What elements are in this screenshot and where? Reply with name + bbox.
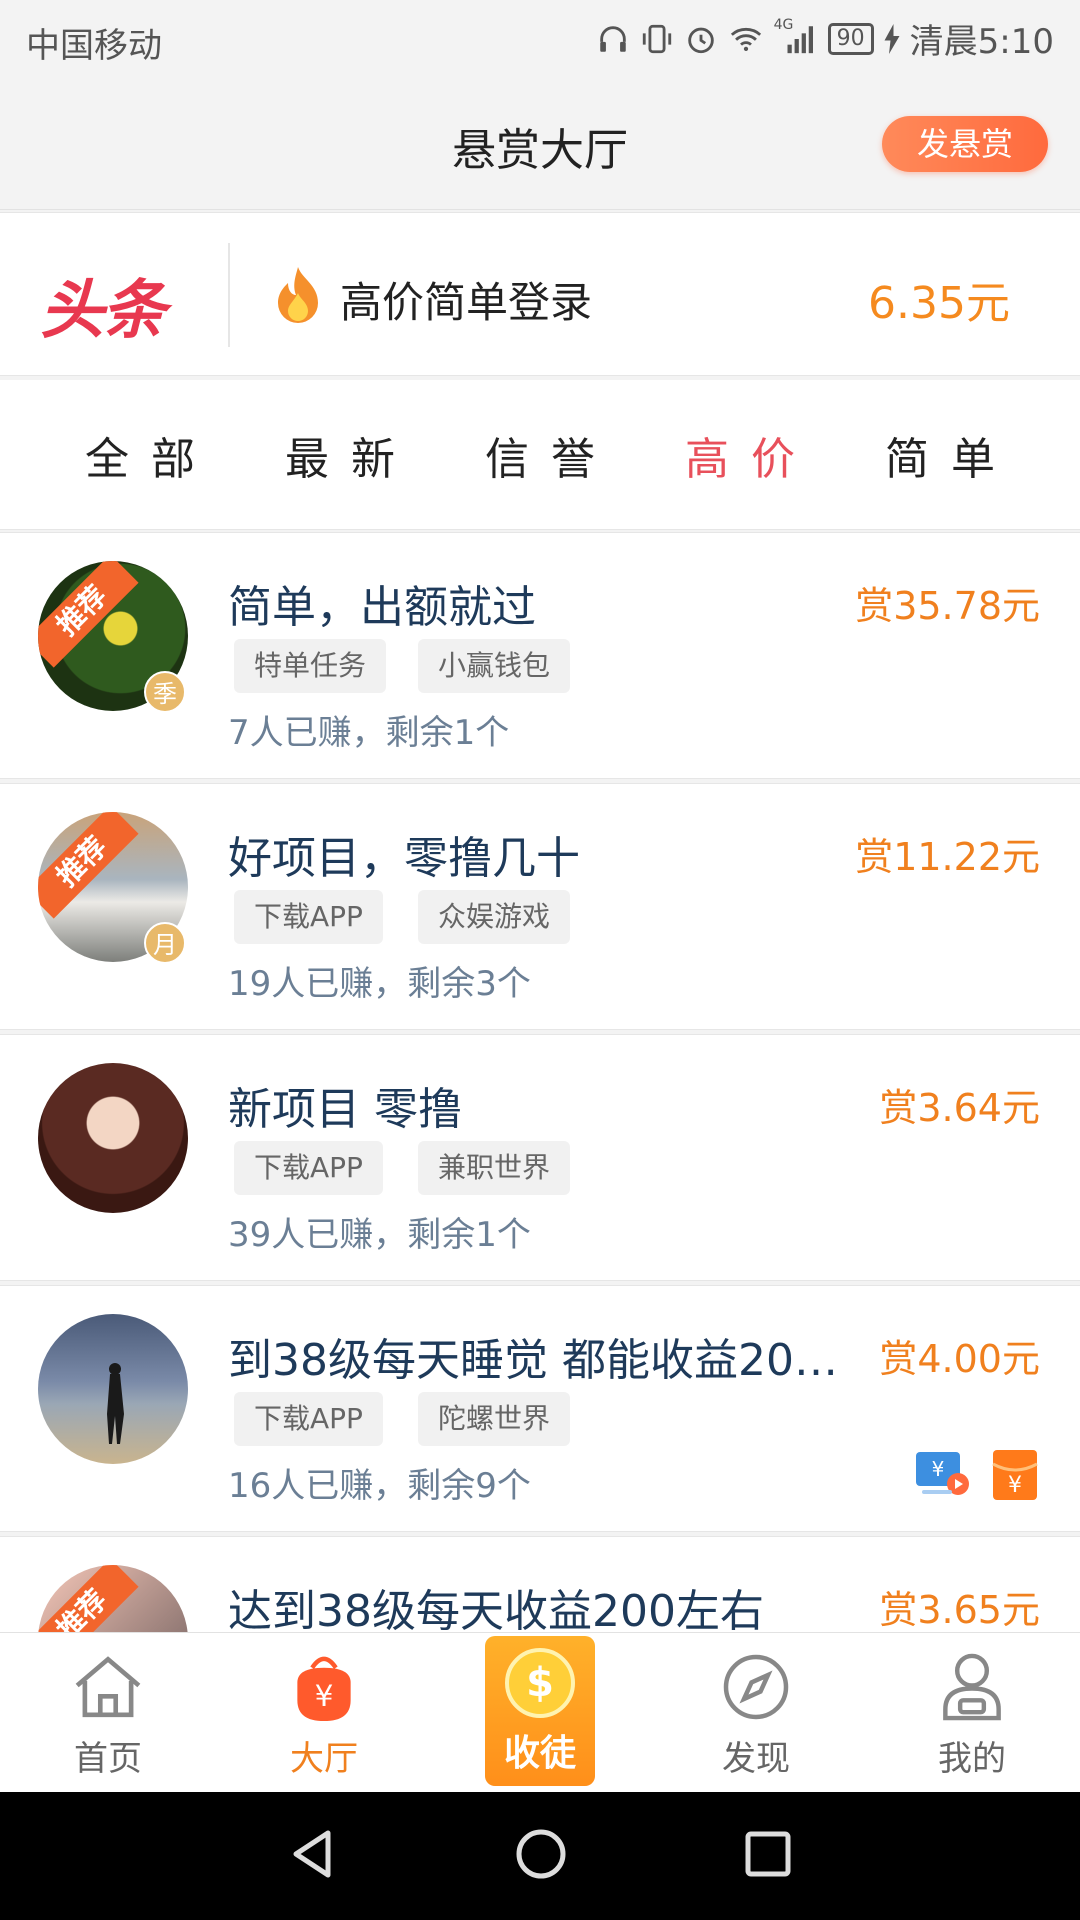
recents-icon[interactable]	[744, 1830, 792, 1882]
divider	[228, 243, 230, 347]
vibrate-icon	[640, 17, 674, 61]
system-nav-bar	[0, 1792, 1080, 1920]
task-tag: 小赢钱包	[418, 639, 571, 693]
charging-icon	[884, 17, 900, 61]
tab-reputation[interactable]: 信誉	[463, 423, 617, 487]
tab-label: 大厅	[290, 1739, 358, 1779]
svg-text:¥: ¥	[1008, 1473, 1022, 1498]
task-tag: 兼职世界	[418, 1141, 571, 1195]
tab-recruit[interactable]: $ 收徒	[432, 1633, 648, 1792]
task-tag: 下载APP	[234, 1392, 383, 1446]
tab-label: 收徒	[503, 1733, 576, 1774]
tab-label: 我的	[938, 1739, 1006, 1779]
tab-mine[interactable]: 我的	[864, 1633, 1080, 1792]
month-badge: 月	[144, 922, 186, 964]
task-title: 到38级每天睡觉 都能收益200...	[228, 1335, 848, 1386]
task-stats: 7人已赚，剩余1个	[228, 713, 510, 753]
svg-text:¥: ¥	[315, 1679, 334, 1713]
recruit-box: $ 收徒	[485, 1636, 595, 1786]
task-tag: 下载APP	[234, 1141, 383, 1195]
tab-simple[interactable]: 简单	[863, 423, 1017, 487]
task-stats: 19人已赚，剩余3个	[228, 964, 531, 1004]
signal-icon: 4G	[774, 17, 818, 61]
alarm-icon	[684, 17, 718, 61]
headline-banner[interactable]: 头条 高价简单登录 6.35元	[0, 212, 1080, 376]
task-reward: 赏4.00元	[879, 1337, 1040, 1381]
task-tag: 陀螺世界	[418, 1392, 571, 1446]
task-item[interactable]: 新项目 零撸 赏3.64元 下载APP 兼职世界 39人已赚，剩余1个	[0, 1034, 1080, 1281]
task-reward: 赏3.65元	[879, 1588, 1040, 1632]
network-type: 4G	[773, 16, 794, 33]
wifi-icon	[728, 17, 764, 61]
recommend-ribbon: 推荐	[38, 561, 139, 668]
season-badge: 季	[144, 671, 186, 713]
avatar	[38, 1314, 188, 1464]
tab-newest[interactable]: 最新	[263, 423, 417, 487]
task-title: 达到38级每天收益200左右	[228, 1586, 764, 1632]
task-type-icons: ¥ ¥	[914, 1448, 1040, 1506]
task-item[interactable]: 推荐 达到38级每天收益200左右 赏3.65元	[0, 1536, 1080, 1632]
video-reward-icon: ¥	[914, 1448, 972, 1506]
tab-home[interactable]: 首页	[0, 1633, 216, 1792]
battery-indicator: 90	[827, 22, 874, 55]
compass-icon	[718, 1649, 794, 1725]
home-icon	[70, 1649, 146, 1725]
tab-label: 首页	[74, 1739, 142, 1779]
user-icon	[934, 1649, 1010, 1725]
back-icon[interactable]	[288, 1827, 338, 1885]
task-reward: 赏35.78元	[855, 584, 1040, 628]
task-tag: 下载APP	[234, 890, 383, 944]
filter-tabs: 全部 最新 信誉 高价 简单	[0, 380, 1080, 530]
status-icons: 4G 90 清晨5:10	[596, 14, 1054, 63]
tab-all[interactable]: 全部	[63, 423, 217, 487]
red-packet-icon: ¥	[990, 1448, 1040, 1506]
tab-high-price[interactable]: 高价	[663, 423, 817, 487]
svg-text:¥: ¥	[932, 1457, 945, 1481]
task-title: 新项目 零撸	[228, 1084, 462, 1135]
task-title: 好项目，零撸几十	[228, 833, 580, 884]
task-tag: 众娱游戏	[418, 890, 571, 944]
headline-amount: 6.35元	[868, 278, 1010, 329]
task-stats: 39人已赚，剩余1个	[228, 1215, 531, 1255]
clock: 清晨5:10	[909, 22, 1054, 62]
task-item[interactable]: 推荐 月 好项目，零撸几十 赏11.22元 下载APP 众娱游戏 19人已赚，剩…	[0, 783, 1080, 1030]
task-stats: 16人已赚，剩余9个	[228, 1466, 531, 1506]
tab-discover[interactable]: 发现	[648, 1633, 864, 1792]
fire-icon	[270, 265, 326, 333]
headphones-icon	[596, 17, 630, 61]
recommend-ribbon: 推荐	[38, 1565, 139, 1632]
carrier-name: 中国移动	[26, 26, 162, 66]
recommend-ribbon: 推荐	[38, 812, 139, 919]
status-bar: 中国移动 4G 90 清晨5:10	[0, 0, 1080, 76]
tab-hall[interactable]: ¥ 大厅	[216, 1633, 432, 1792]
bottom-tab-bar: 首页 ¥ 大厅 $ 收徒 发现 我的	[0, 1632, 1080, 1792]
task-title: 简单，出额就过	[228, 582, 536, 633]
tab-label: 发现	[722, 1739, 790, 1779]
avatar: 推荐	[38, 1565, 188, 1632]
avatar	[38, 1063, 188, 1213]
headline-text: 高价简单登录	[340, 278, 593, 327]
task-list: 推荐 季 简单，出额就过 赏35.78元 特单任务 小赢钱包 7人已赚，剩余1个…	[0, 532, 1080, 1632]
toutiao-logo: 头条	[40, 274, 166, 348]
task-reward: 赏11.22元	[855, 835, 1040, 879]
task-tag: 特单任务	[234, 639, 387, 693]
coin-icon: $	[505, 1648, 575, 1718]
task-reward: 赏3.64元	[879, 1086, 1040, 1130]
publish-reward-button[interactable]: 发悬赏	[882, 116, 1048, 172]
hall-bag-icon: ¥	[286, 1649, 362, 1725]
task-item[interactable]: 到38级每天睡觉 都能收益200... 赏4.00元 下载APP 陀螺世界 16…	[0, 1285, 1080, 1532]
home-circle-icon[interactable]	[514, 1827, 568, 1885]
task-item[interactable]: 推荐 季 简单，出额就过 赏35.78元 特单任务 小赢钱包 7人已赚，剩余1个	[0, 532, 1080, 779]
page-header: 悬赏大厅 发悬赏	[0, 76, 1080, 210]
